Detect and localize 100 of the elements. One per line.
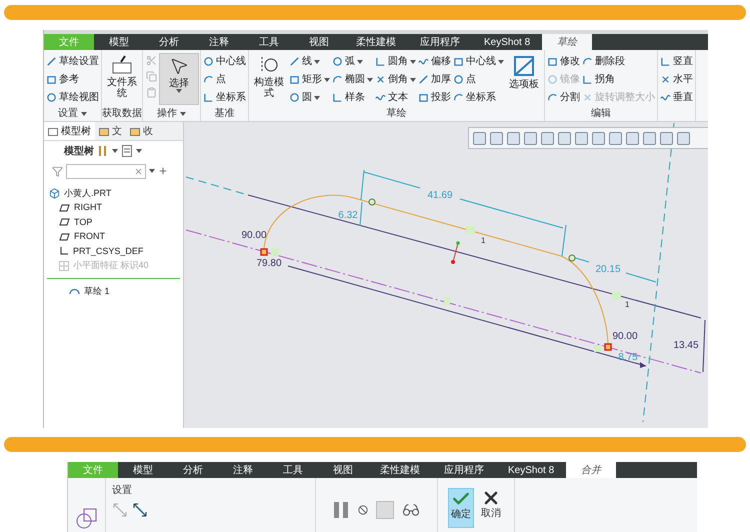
filter-field[interactable]	[66, 164, 146, 178]
ribbon-tab[interactable]: 草绘	[542, 34, 592, 50]
ribbon-command[interactable]: 线	[289, 54, 330, 69]
tree-item[interactable]: 草绘 1	[49, 284, 178, 298]
list-icon[interactable]	[122, 145, 132, 157]
ribbon-tab[interactable]: 柔性建模	[368, 462, 432, 478]
ribbon-command[interactable]: 中心线	[203, 54, 246, 69]
ribbon-tab[interactable]: 柔性建模	[344, 34, 408, 50]
caret-icon	[81, 112, 87, 116]
tree-item[interactable]: FRONT	[49, 230, 178, 244]
ribbon-command[interactable]: 样条	[332, 90, 373, 105]
ribbon-command[interactable]: 圆	[289, 90, 330, 105]
ribbon-command[interactable]: 竖直	[660, 54, 693, 69]
ribbon-command[interactable]: 坐标系	[203, 90, 246, 105]
ribbon-tab[interactable]: 工具	[244, 34, 294, 50]
ribbon-group-label[interactable]: 操作	[143, 106, 200, 121]
ribbon-large-button[interactable]: 选择	[159, 53, 199, 105]
ribbon-tab[interactable]: 模型	[118, 462, 168, 478]
ribbon-tab[interactable]: 分析	[168, 462, 218, 478]
ribbon-command[interactable]: 参考	[46, 72, 99, 87]
tree-item[interactable]: PRT_CSYS_DEF	[49, 244, 178, 258]
ribbon-tab[interactable]: 视图	[318, 462, 368, 478]
ribbon-large-button[interactable]: 选项板	[505, 53, 543, 105]
panel-tab[interactable]: 模型树	[44, 122, 95, 140]
ribbon-tab[interactable]: 应用程序	[432, 462, 496, 478]
caret-icon	[314, 96, 320, 100]
slash-icon	[46, 56, 57, 67]
ribbon-tab[interactable]: KeyShot 8	[496, 462, 566, 478]
ribbon-command[interactable]: 拐角	[582, 72, 655, 87]
ribbon-command[interactable]: 圆角	[375, 54, 416, 69]
ribbon-tab[interactable]: KeyShot 8	[472, 34, 542, 50]
ribbon-command[interactable]: 倒角	[375, 72, 416, 87]
tangent-marker	[568, 254, 576, 262]
ribbon-command[interactable]: 点	[453, 72, 504, 87]
corner-icon	[332, 92, 343, 103]
ribbon-command[interactable]: 点	[203, 72, 246, 87]
ribbon-large-button[interactable]: 文件系统	[103, 53, 141, 105]
square-icon	[453, 56, 464, 67]
caret-icon	[498, 60, 504, 64]
shapes-icon	[74, 506, 98, 530]
diagonal-arrows-icon[interactable]	[132, 502, 148, 518]
confirm-button[interactable]: 确定	[448, 488, 474, 528]
panel-tab[interactable]: 收	[126, 122, 157, 140]
ribbon-tab[interactable]: 分析	[144, 34, 194, 50]
ribbon-command[interactable]: 矩形	[289, 72, 330, 87]
clear-icon[interactable]	[134, 166, 143, 176]
constraint-icon	[466, 226, 475, 234]
ribbon-command[interactable]: 删除段	[582, 54, 655, 69]
caret-icon	[112, 149, 118, 153]
ribbon-group-label[interactable]: 设置	[44, 106, 101, 121]
ribbon-tab[interactable]: 模型	[94, 34, 144, 50]
ribbon-command[interactable]: 偏移	[418, 54, 451, 69]
filter-icon[interactable]	[52, 166, 63, 176]
dimension-value[interactable]: 79.80	[256, 258, 282, 269]
preview-toggle[interactable]	[376, 501, 394, 519]
caret-icon	[410, 78, 416, 82]
ribbon-tab[interactable]: 工具	[268, 462, 318, 478]
ribbon-command[interactable]: 草绘设置	[46, 54, 99, 69]
caret-icon	[367, 78, 373, 82]
ribbon-tab[interactable]: 注释	[194, 34, 244, 50]
cancel-button[interactable]: 取消	[478, 488, 504, 528]
corner-icon	[660, 56, 671, 67]
caret-icon	[149, 169, 155, 173]
dimension-value[interactable]: 90.00	[241, 230, 267, 241]
square-icon	[513, 55, 535, 77]
ribbon-tab[interactable]: 视图	[294, 34, 344, 50]
tree-item[interactable]: 小黄人.PRT	[49, 186, 178, 200]
ribbon-command[interactable]: 坐标系	[453, 90, 504, 105]
wave-icon	[418, 56, 429, 67]
ribbon-large-button[interactable]: 构造模式	[250, 53, 288, 105]
prohibited-icon[interactable]	[358, 505, 368, 515]
ribbon-command[interactable]: 分割	[547, 90, 580, 105]
tree-item[interactable]: RIGHT	[49, 200, 178, 215]
ribbon-command[interactable]: 中心线	[453, 54, 504, 69]
constraint-icon	[612, 292, 621, 300]
ribbon-command[interactable]: 修改	[547, 54, 580, 69]
ribbon-command[interactable]: 水平	[660, 72, 693, 87]
ribbon-tab[interactable]: 合并	[566, 462, 616, 478]
tree-item[interactable]: TOP	[49, 215, 178, 230]
arc-icon	[332, 74, 343, 85]
ribbon-command[interactable]: 弧	[332, 54, 373, 69]
ribbon-command[interactable]: 垂直	[660, 90, 693, 105]
ribbon-tab[interactable]: 注释	[218, 462, 268, 478]
square-icon	[289, 74, 300, 85]
panel-tab[interactable]: 文	[95, 122, 126, 140]
ribbon-command[interactable]: 投影	[418, 90, 451, 105]
dimension-value[interactable]: 13.45	[673, 340, 699, 351]
add-icon[interactable]	[158, 166, 168, 176]
vertex-marker[interactable]	[260, 248, 268, 256]
ribbon-command[interactable]: 椭圆	[332, 72, 373, 87]
circle-icon	[289, 92, 300, 103]
vertex-marker[interactable]	[604, 343, 612, 351]
constraint-index: 1	[481, 236, 486, 245]
ribbon-command[interactable]: 加厚	[418, 72, 451, 87]
constraint-icon	[594, 345, 602, 352]
pause-icon[interactable]	[332, 501, 350, 519]
ribbon-command[interactable]: 文本	[375, 90, 416, 105]
ribbon-tab[interactable]: 应用程序	[408, 34, 472, 50]
dimension-value[interactable]: 90.00	[612, 331, 638, 342]
ribbon-command[interactable]: 草绘视图	[46, 90, 99, 105]
